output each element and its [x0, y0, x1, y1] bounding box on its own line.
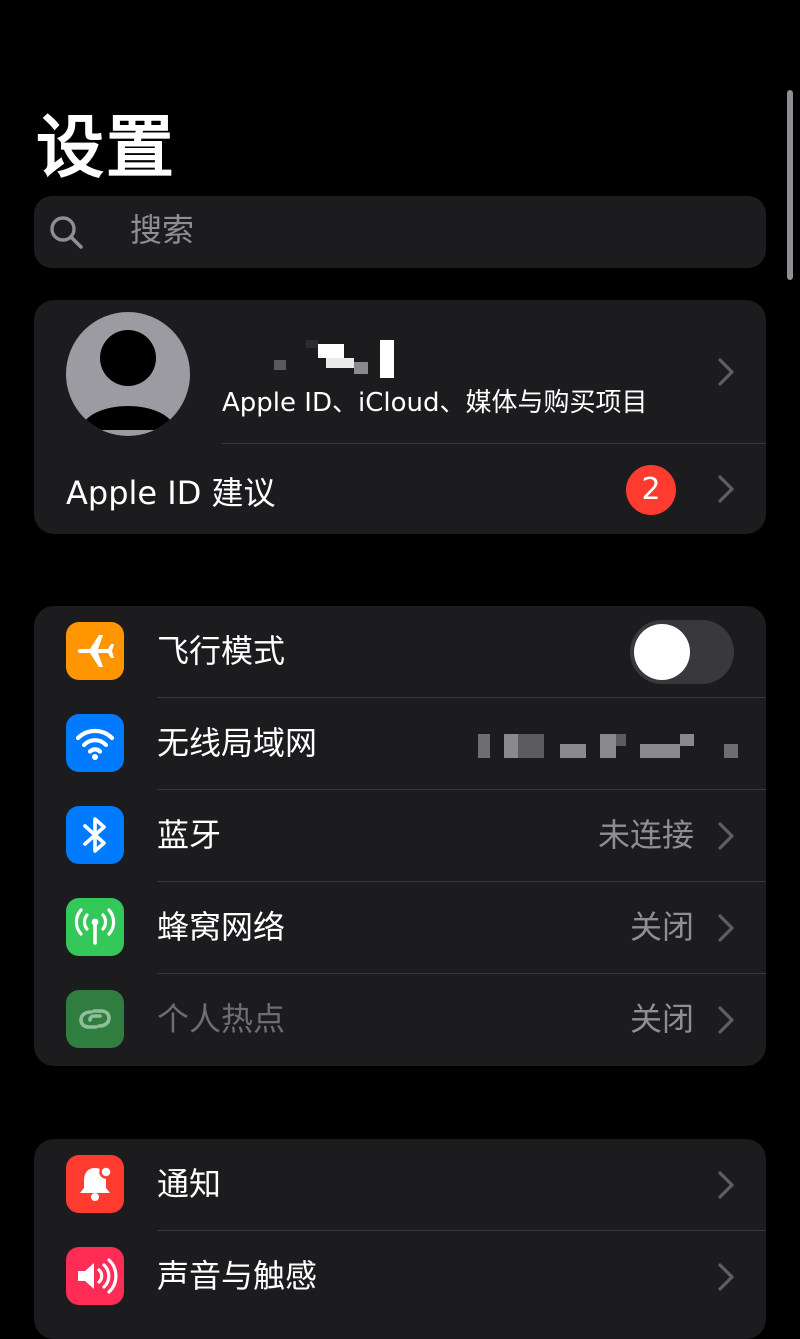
chevron-right-icon — [716, 472, 736, 506]
account-name-redacted — [274, 340, 394, 382]
sounds-haptics-row[interactable]: 声音与触感 — [34, 1231, 766, 1323]
cellular-label: 蜂窝网络 — [157, 908, 286, 946]
wifi-network-redacted — [478, 734, 740, 758]
apple-id-suggestions-label: Apple ID 建议 — [66, 474, 276, 512]
cellular-icon — [66, 898, 124, 956]
bluetooth-label: 蓝牙 — [157, 816, 222, 854]
search-placeholder: 搜索 — [130, 211, 195, 249]
notification-badge: 2 — [626, 465, 676, 515]
apple-id-group: Apple ID、iCloud、媒体与购买项目 Apple ID 建议 2 — [34, 300, 766, 534]
page-title: 设置 — [36, 109, 177, 188]
airplane-mode-toggle[interactable] — [630, 620, 734, 684]
cellular-row[interactable]: 蜂窝网络 关闭 — [34, 882, 766, 974]
system-group: 通知 声音与触感 — [34, 1139, 766, 1339]
chevron-right-icon — [716, 1260, 736, 1294]
notification-icon — [66, 1155, 124, 1213]
personal-hotspot-status: 关闭 — [629, 1000, 694, 1038]
sound-icon — [66, 1247, 124, 1305]
personal-hotspot-row[interactable]: 个人热点 关闭 — [34, 974, 766, 1066]
hotspot-icon — [66, 990, 124, 1048]
notifications-label: 通知 — [157, 1165, 222, 1203]
wifi-icon — [66, 714, 124, 772]
bluetooth-status: 未连接 — [597, 816, 694, 854]
apple-id-row[interactable]: Apple ID、iCloud、媒体与购买项目 — [34, 300, 766, 444]
search-icon — [48, 214, 84, 250]
airplane-mode-label: 飞行模式 — [157, 632, 286, 670]
airplane-mode-row: 飞行模式 — [34, 606, 766, 698]
wifi-label: 无线局域网 — [157, 724, 318, 762]
chevron-right-icon — [716, 1003, 736, 1037]
chevron-right-icon — [716, 911, 736, 945]
avatar — [66, 312, 190, 436]
chevron-right-icon — [716, 355, 736, 389]
notifications-row[interactable]: 通知 — [34, 1139, 766, 1231]
apple-id-subtitle: Apple ID、iCloud、媒体与购买项目 — [222, 388, 648, 418]
bluetooth-row[interactable]: 蓝牙 未连接 — [34, 790, 766, 882]
chevron-right-icon — [716, 819, 736, 853]
cellular-status: 关闭 — [629, 908, 694, 946]
toggle-knob — [634, 624, 690, 680]
search-field[interactable]: 搜索 — [34, 196, 766, 268]
chevron-right-icon — [716, 1168, 736, 1202]
bluetooth-icon — [66, 806, 124, 864]
apple-id-suggestions-row[interactable]: Apple ID 建议 2 — [34, 444, 766, 534]
personal-hotspot-label: 个人热点 — [157, 1000, 286, 1038]
airplane-icon — [66, 622, 124, 680]
scroll-indicator[interactable] — [787, 90, 793, 280]
connectivity-group: 飞行模式 无线局域网 蓝牙 未连接 蜂窝网络 关闭 个人热点 关闭 — [34, 606, 766, 1066]
wifi-row[interactable]: 无线局域网 — [34, 698, 766, 790]
